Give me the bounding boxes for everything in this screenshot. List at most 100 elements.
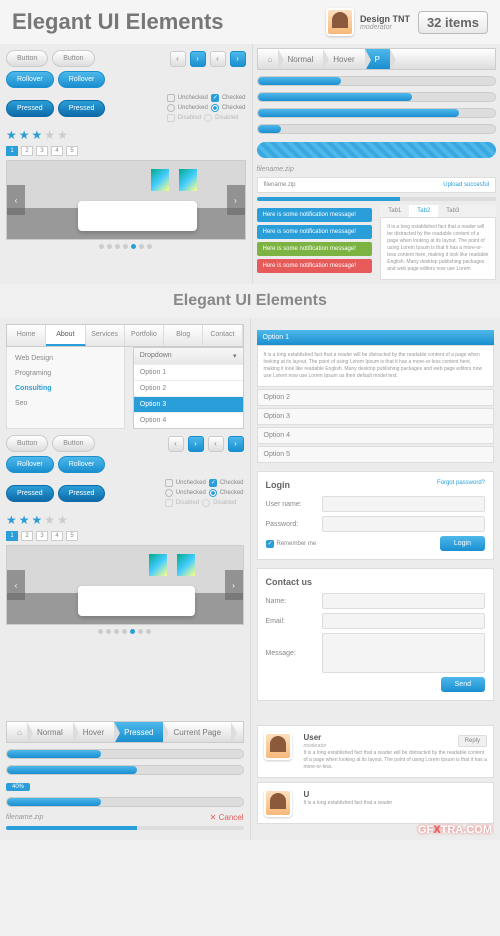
button-pressed-3[interactable]: Pressed xyxy=(6,485,54,502)
tab-portfolio[interactable]: Portfolio xyxy=(125,325,164,346)
radio-unchecked[interactable] xyxy=(167,104,175,112)
breadcrumb-home-icon-2[interactable]: ⌂ xyxy=(7,722,27,742)
button-rollover-4[interactable]: Rollover xyxy=(58,456,106,473)
breadcrumb-pressed[interactable]: Pressed xyxy=(114,722,163,742)
tab-contact[interactable]: Contact xyxy=(203,325,242,346)
checkbox-checked-2[interactable] xyxy=(209,479,217,487)
checkbox-unchecked[interactable] xyxy=(167,94,175,102)
tab-about[interactable]: About xyxy=(46,325,85,346)
star-rating-2[interactable]: ★★★★★ xyxy=(6,513,244,527)
notification-success[interactable]: Here is some notification message! xyxy=(257,242,373,256)
breadcrumb-normal[interactable]: Normal xyxy=(278,49,324,69)
radio-checked[interactable] xyxy=(211,104,219,112)
button-pressed-2[interactable]: Pressed xyxy=(58,100,106,117)
send-button[interactable]: Send xyxy=(441,677,485,692)
dropdown-opt-2[interactable]: Option 2 xyxy=(134,380,243,396)
nav-next-2[interactable]: › xyxy=(230,51,246,67)
submenu-consulting[interactable]: Consulting xyxy=(11,381,120,396)
dot[interactable] xyxy=(115,244,120,249)
page-1[interactable]: 1 xyxy=(6,146,18,156)
button-default-3[interactable]: Button xyxy=(6,435,48,452)
accordion-item-5[interactable]: Option 5 xyxy=(257,446,495,463)
button-rollover-1[interactable]: Rollover xyxy=(6,71,54,88)
tab-services[interactable]: Services xyxy=(86,325,125,346)
page-5b[interactable]: 5 xyxy=(66,531,78,541)
notification-error[interactable]: Here is some notification message! xyxy=(257,259,373,273)
remember-checkbox[interactable]: Remember me xyxy=(266,540,317,548)
notification-info[interactable]: Here is some notification message! xyxy=(257,208,373,222)
page-4[interactable]: 4 xyxy=(51,146,63,156)
dropdown-opt-1[interactable]: Option 1 xyxy=(134,364,243,380)
submenu-webdesign[interactable]: Web Design xyxy=(11,351,120,366)
dot[interactable] xyxy=(147,244,152,249)
radio-unchecked-2[interactable] xyxy=(165,489,173,497)
star-rating[interactable]: ★★★★★ xyxy=(6,128,246,142)
submenu: Web Design Programing Consulting Seo xyxy=(6,347,125,429)
dropdown[interactable]: Dropdown▾ Option 1 Option 2 Option 3 Opt… xyxy=(133,347,244,429)
mini-tab-2[interactable]: Tab2 xyxy=(409,205,438,217)
cancel-button[interactable]: ✕ Cancel xyxy=(210,813,244,822)
page-2[interactable]: 2 xyxy=(21,146,33,156)
button-default-1[interactable]: Button xyxy=(6,50,48,67)
notification-info-2[interactable]: Here is some notification message! xyxy=(257,225,373,239)
button-pressed-1[interactable]: Pressed xyxy=(6,100,54,117)
login-button[interactable]: Login xyxy=(440,536,485,551)
name-input[interactable] xyxy=(322,593,486,609)
dot[interactable] xyxy=(107,244,112,249)
button-default-4[interactable]: Button xyxy=(52,435,94,452)
dot-active[interactable] xyxy=(131,244,136,249)
page-3b[interactable]: 3 xyxy=(36,531,48,541)
checkbox-checked[interactable] xyxy=(211,94,219,102)
page-2b[interactable]: 2 xyxy=(21,531,33,541)
accordion-header[interactable]: Option 1 xyxy=(257,330,495,345)
accordion-item-3[interactable]: Option 3 xyxy=(257,408,495,425)
nav-prev[interactable]: ‹ xyxy=(170,51,186,67)
message-textarea[interactable] xyxy=(322,633,486,673)
nav-prev-2[interactable]: ‹ xyxy=(210,51,226,67)
button-pressed-4[interactable]: Pressed xyxy=(58,485,106,502)
dropdown-opt-4[interactable]: Option 4 xyxy=(134,412,243,428)
breadcrumb-current[interactable]: Current Page xyxy=(163,722,231,742)
button-default-2[interactable]: Button xyxy=(52,50,94,67)
breadcrumb-hover-2[interactable]: Hover xyxy=(73,722,114,742)
breadcrumb-home-icon[interactable]: ⌂ xyxy=(258,49,278,69)
slider-prev-2[interactable]: ‹ xyxy=(7,570,25,600)
forgot-password-link[interactable]: Forgot password? xyxy=(437,480,485,490)
slider-next-2[interactable]: › xyxy=(225,570,243,600)
dropdown-opt-3[interactable]: Option 3 xyxy=(134,396,243,412)
mini-tab-1[interactable]: Tab1 xyxy=(380,205,409,217)
reply-button[interactable]: Reply xyxy=(458,735,487,747)
nav-next-3[interactable]: › xyxy=(188,436,204,452)
mini-tab-3[interactable]: Tab3 xyxy=(438,205,467,217)
dot[interactable] xyxy=(123,244,128,249)
slider-next[interactable]: › xyxy=(227,185,245,215)
button-rollover-2[interactable]: Rollover xyxy=(58,71,106,88)
page-3[interactable]: 3 xyxy=(36,146,48,156)
password-input[interactable] xyxy=(322,516,486,532)
submenu-seo[interactable]: Seo xyxy=(11,396,120,411)
accordion-item-2[interactable]: Option 2 xyxy=(257,389,495,406)
page-1b[interactable]: 1 xyxy=(6,531,18,541)
tab-blog[interactable]: Blog xyxy=(164,325,203,346)
dropdown-header[interactable]: Dropdown▾ xyxy=(134,348,243,364)
page-5[interactable]: 5 xyxy=(66,146,78,156)
nav-next[interactable]: › xyxy=(190,51,206,67)
email-input[interactable] xyxy=(322,613,486,629)
checkbox-unchecked-2[interactable] xyxy=(165,479,173,487)
nav-prev-4[interactable]: ‹ xyxy=(208,436,224,452)
slider-prev[interactable]: ‹ xyxy=(7,185,25,215)
nav-next-4[interactable]: › xyxy=(228,436,244,452)
button-rollover-3[interactable]: Rollover xyxy=(6,456,54,473)
username-input[interactable] xyxy=(322,496,486,512)
dot[interactable] xyxy=(99,244,104,249)
tab-home[interactable]: Home xyxy=(7,325,46,346)
avatar xyxy=(326,8,354,36)
breadcrumb-normal-2[interactable]: Normal xyxy=(27,722,73,742)
radio-checked-2[interactable] xyxy=(209,489,217,497)
submenu-programming[interactable]: Programing xyxy=(11,366,120,381)
breadcrumb-hover[interactable]: Hover xyxy=(323,49,364,69)
accordion-item-4[interactable]: Option 4 xyxy=(257,427,495,444)
page-4b[interactable]: 4 xyxy=(51,531,63,541)
nav-prev-3[interactable]: ‹ xyxy=(168,436,184,452)
dot[interactable] xyxy=(139,244,144,249)
